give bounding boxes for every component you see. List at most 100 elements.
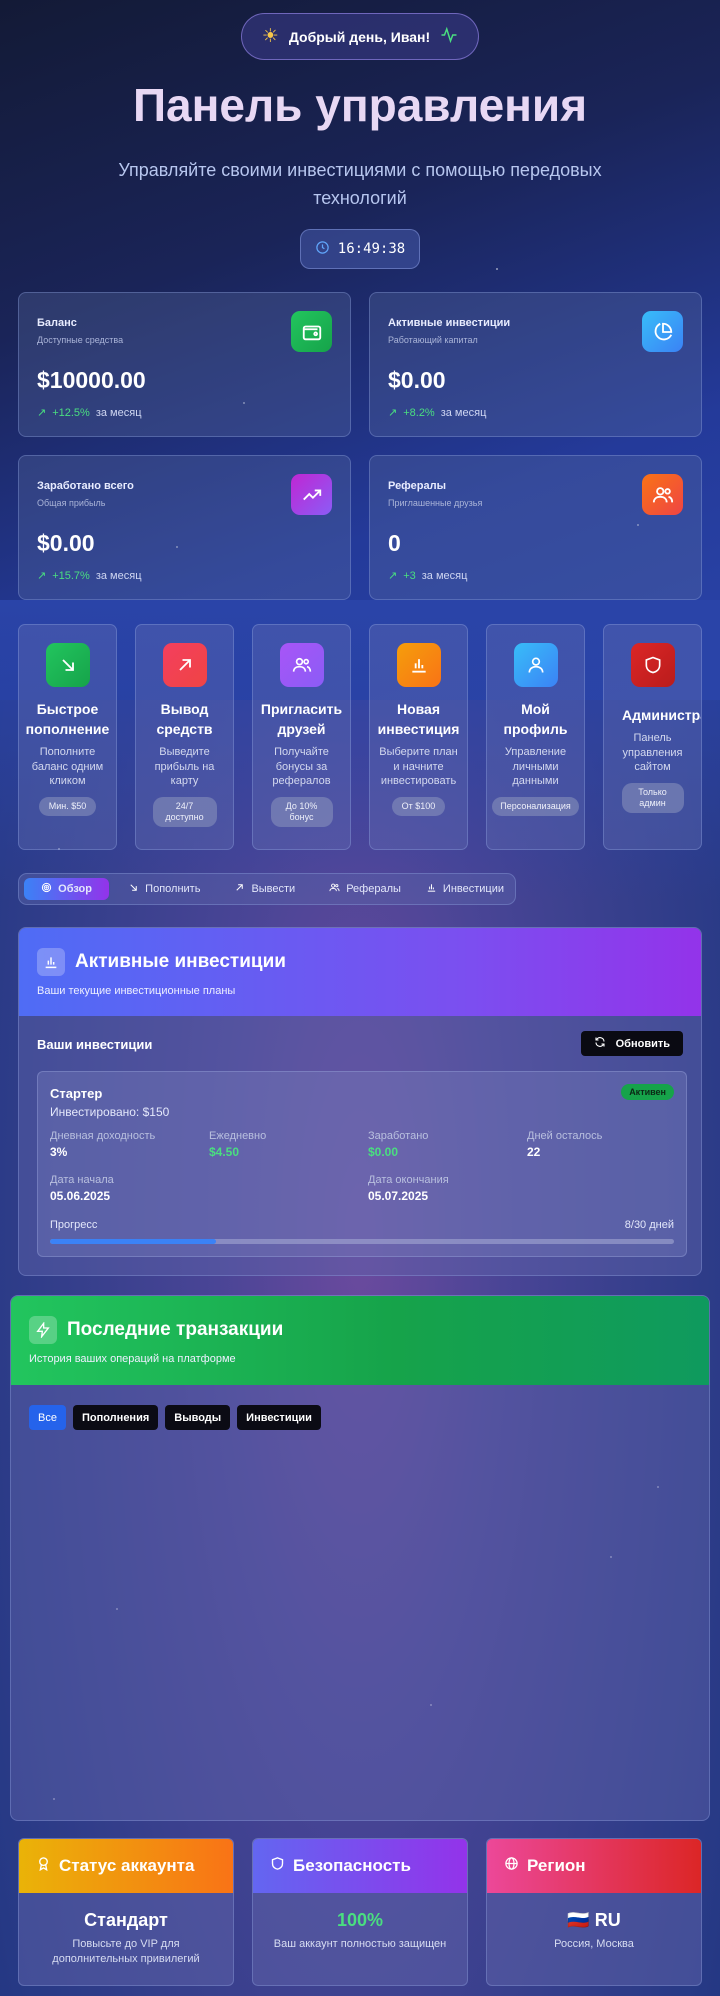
action-desc: Получайте бонусы за рефералов <box>272 746 331 787</box>
pie-chart-icon <box>642 311 683 352</box>
refresh-icon <box>594 1036 606 1051</box>
users-icon <box>279 643 324 687</box>
stat-value: $0.00 <box>37 530 95 556</box>
tab-referrals[interactable]: Рефералы <box>314 878 416 900</box>
stat-change: +3 <box>403 569 416 582</box>
earned: Заработано $0.00 <box>368 1130 428 1159</box>
stat-change: +15.7% <box>52 569 90 582</box>
page-title: Панель управления <box>132 79 588 131</box>
action-name: Новая инвестиция <box>377 701 460 737</box>
start-date-label: Дата начала <box>50 1174 114 1186</box>
account-status-card: Статус аккаунта Стандарт Повысьте до VIP… <box>18 1838 234 1986</box>
stat-sub: Приглашенные друзья <box>388 498 483 508</box>
action-name: Мой профиль <box>503 701 568 737</box>
stat-card-earned: Заработано всего Общая прибыль $0.00 ↗ +… <box>18 455 351 600</box>
progress-fill <box>50 1239 217 1244</box>
daily-income-value: $4.50 <box>209 1145 240 1159</box>
investment-card: Стартер Инвестировано: $150 Активен Днев… <box>37 1071 687 1257</box>
action-badge: До 10% бонус <box>270 796 333 827</box>
tab-label: Инвестиции <box>442 883 504 895</box>
stat-change: +8.2% <box>403 406 435 419</box>
greeting-text: Добрый день, Иван! <box>288 28 431 45</box>
card-title: Безопасность <box>293 1856 411 1875</box>
panel-subtitle: Ваши текущие инвестиционные планы <box>37 984 236 997</box>
card-header: Безопасность <box>253 1839 467 1893</box>
filter-all[interactable]: Все <box>29 1405 66 1430</box>
filter-investments[interactable]: Инвестиции <box>237 1405 321 1430</box>
card-value: Стандарт <box>84 1910 168 1930</box>
arrow-up-right-icon: ↗ <box>37 570 47 582</box>
refresh-label: Обновить <box>615 1037 670 1050</box>
filter-withdrawals[interactable]: Выводы <box>165 1405 231 1430</box>
stat-trend: ↗ +15.7% за месяц <box>37 569 332 583</box>
card-desc: Повысьте до VIP для дополнительных приви… <box>52 1938 200 1965</box>
card-value: 🇷🇺 RU <box>567 1910 621 1930</box>
tab-withdraw[interactable]: Вывести <box>219 878 310 900</box>
stat-trend: ↗ +12.5% за месяц <box>37 406 332 420</box>
stat-card-referrals: Рефералы Приглашенные друзья 0 ↗ +3 за м… <box>369 455 702 600</box>
stat-period: за месяц <box>421 569 468 582</box>
card-title: Регион <box>527 1856 586 1875</box>
region-card: Регион 🇷🇺 RU Россия, Москва <box>486 1838 702 1986</box>
action-desc: Пополните баланс одним кликом <box>31 746 104 787</box>
panel-title: Последние транзакции <box>67 1319 284 1340</box>
days-left-value: 22 <box>527 1145 541 1159</box>
stat-card-active-investments: Активные инвестиции Работающий капитал $… <box>369 292 702 437</box>
trending-up-icon <box>291 474 332 515</box>
arrow-up-right-icon <box>234 882 245 896</box>
daily-income: Ежедневно $4.50 <box>209 1130 266 1159</box>
panel-header: Последние транзакции История ваших опера… <box>11 1296 709 1385</box>
tab-label: Пополнить <box>145 883 201 895</box>
action-desc: Управление личными данными <box>504 746 567 787</box>
page-subtitle: Управляйте своими инвестициями с помощью… <box>118 160 602 208</box>
filter-deposits[interactable]: Пополнения <box>72 1405 159 1430</box>
refresh-button[interactable]: Обновить <box>580 1031 683 1056</box>
card-desc: Россия, Москва <box>554 1938 634 1950</box>
action-desc: Выберите план и начните инвестировать <box>379 746 458 787</box>
tab-overview[interactable]: Обзор <box>24 878 110 900</box>
card-desc: Ваш аккаунт полностью защищен <box>273 1938 447 1950</box>
stat-period: за месяц <box>440 406 487 419</box>
stat-period: за месяц <box>95 406 142 419</box>
action-my-profile[interactable]: Мой профиль Управление личными данными П… <box>486 624 585 850</box>
bar-chart-icon <box>426 882 437 896</box>
action-badge: 24/7 доступно <box>152 796 217 827</box>
card-title: Статус аккаунта <box>59 1856 195 1875</box>
card-header: Регион <box>487 1839 701 1893</box>
action-new-investment[interactable]: Новая инвестиция Выберите план и начните… <box>369 624 468 850</box>
action-admin[interactable]: Администратор Панель управления сайтом Т… <box>603 624 702 850</box>
daily-yield-label: Дневная доходность <box>50 1130 156 1142</box>
action-desc: Панель управления сайтом <box>622 732 683 773</box>
days-left-label: Дней осталось <box>527 1130 603 1142</box>
action-badge: Мин. $50 <box>38 796 97 816</box>
stat-value: $0.00 <box>388 367 446 393</box>
shield-icon <box>630 643 675 687</box>
stat-trend: ↗ +3 за месяц <box>388 569 683 583</box>
action-invite-friends[interactable]: Пригласить друзей Получайте бонусы за ре… <box>252 624 351 850</box>
globe-icon <box>504 1856 519 1876</box>
end-date: Дата окончания 05.07.2025 <box>368 1174 449 1203</box>
tab-investments[interactable]: Инвестиции <box>420 878 510 900</box>
action-quick-deposit[interactable]: Быстрое пополнение Пополните баланс одни… <box>18 624 117 850</box>
stat-label: Заработано всего <box>37 480 134 492</box>
sun-icon: ☀ <box>261 26 279 47</box>
tab-deposit[interactable]: Пополнить <box>113 878 215 900</box>
stat-sub: Доступные средства <box>37 335 124 345</box>
arrow-up-right-icon: ↗ <box>37 407 47 419</box>
stat-sub: Работающий капитал <box>388 335 478 345</box>
action-badge: Персонализация <box>492 796 579 816</box>
action-withdraw[interactable]: Вывод средств Выведите прибыль на карту … <box>135 624 234 850</box>
earned-value: $0.00 <box>368 1145 399 1159</box>
stat-label: Активные инвестиции <box>388 317 511 329</box>
panel-header: Активные инвестиции Ваши текущие инвести… <box>19 928 701 1016</box>
stat-label: Рефералы <box>388 480 446 492</box>
invested-amount: Инвестировано: $150 <box>50 1105 170 1119</box>
shield-icon <box>270 1856 285 1876</box>
stat-card-balance: Баланс Доступные средства $10000.00 ↗ +1… <box>18 292 351 437</box>
action-name: Вывод средств <box>156 701 213 737</box>
start-date: Дата начала 05.06.2025 <box>50 1174 114 1203</box>
transactions-panel: Последние транзакции История ваших опера… <box>10 1295 710 1821</box>
panel-subtitle: История ваших операций на платформе <box>29 1353 236 1365</box>
action-name: Пригласить друзей <box>260 701 343 737</box>
plan-name: Стартер <box>50 1086 103 1101</box>
